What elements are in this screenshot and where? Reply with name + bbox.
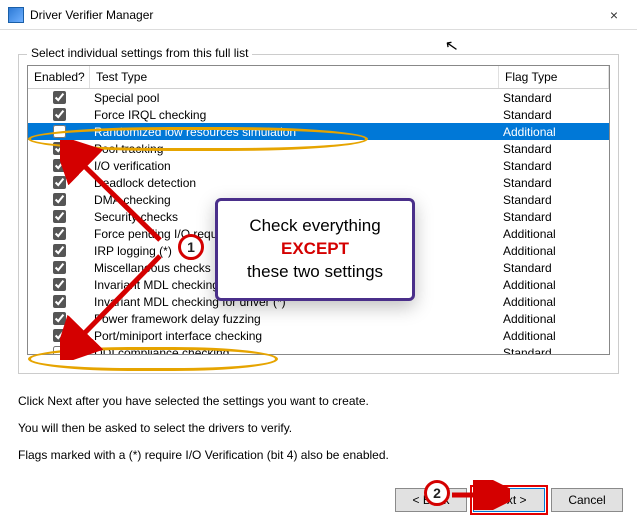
instruction-line: Click Next after you have selected the s… — [18, 390, 619, 413]
enable-checkbox[interactable] — [53, 193, 66, 206]
callout-text-except: EXCEPT — [281, 239, 349, 258]
enable-checkbox[interactable] — [53, 312, 66, 325]
row-checkbox-cell — [28, 91, 90, 104]
row-test-type: Power framework delay fuzzing — [90, 312, 499, 326]
cancel-button[interactable]: Cancel — [551, 488, 623, 512]
row-test-type: Randomized low resources simulation — [90, 125, 499, 139]
row-test-type: Port/miniport interface checking — [90, 329, 499, 343]
row-checkbox-cell — [28, 125, 90, 138]
annotation-callout: Check everything EXCEPT these two settin… — [215, 198, 415, 301]
header-test-type[interactable]: Test Type — [90, 66, 499, 88]
window-title: Driver Verifier Manager — [30, 8, 153, 22]
row-flag-type: Standard — [499, 91, 609, 105]
enable-checkbox[interactable] — [53, 210, 66, 223]
enable-checkbox[interactable] — [53, 295, 66, 308]
table-row[interactable]: Port/miniport interface checkingAddition… — [28, 327, 609, 344]
next-button[interactable]: Next > — [473, 488, 545, 512]
enable-checkbox[interactable] — [53, 244, 66, 257]
table-row[interactable]: Pool trackingStandard — [28, 140, 609, 157]
row-flag-type: Standard — [499, 193, 609, 207]
table-row[interactable]: Deadlock detectionStandard — [28, 174, 609, 191]
instruction-line: You will then be asked to select the dri… — [18, 417, 619, 440]
row-test-type: DDI compliance checking — [90, 346, 499, 356]
enable-checkbox[interactable] — [53, 91, 66, 104]
row-flag-type: Standard — [499, 176, 609, 190]
instructions-block: Click Next after you have selected the s… — [18, 390, 619, 466]
enable-checkbox[interactable] — [53, 108, 66, 121]
row-checkbox-cell — [28, 227, 90, 240]
row-checkbox-cell — [28, 210, 90, 223]
enable-checkbox[interactable] — [53, 142, 66, 155]
table-row[interactable]: Randomized low resources simulationAddit… — [28, 123, 609, 140]
row-checkbox-cell — [28, 176, 90, 189]
callout-text-pre: Check everything — [249, 216, 380, 235]
row-test-type: Force IRQL checking — [90, 108, 499, 122]
enable-checkbox[interactable] — [53, 278, 66, 291]
enable-checkbox[interactable] — [53, 125, 66, 138]
row-flag-type: Additional — [499, 244, 609, 258]
row-checkbox-cell — [28, 159, 90, 172]
row-checkbox-cell — [28, 278, 90, 291]
row-checkbox-cell — [28, 261, 90, 274]
enable-checkbox[interactable] — [53, 176, 66, 189]
table-row[interactable]: DDI compliance checkingStandard — [28, 344, 609, 355]
enable-checkbox[interactable] — [53, 329, 66, 342]
row-flag-type: Additional — [499, 312, 609, 326]
row-checkbox-cell — [28, 312, 90, 325]
table-row[interactable]: Force IRQL checkingStandard — [28, 106, 609, 123]
row-test-type: Deadlock detection — [90, 176, 499, 190]
row-flag-type: Standard — [499, 210, 609, 224]
row-flag-type: Additional — [499, 227, 609, 241]
annotation-marker-2: 2 — [424, 480, 450, 506]
row-flag-type: Additional — [499, 295, 609, 309]
list-header-row: Enabled? Test Type Flag Type — [28, 66, 609, 89]
table-row[interactable]: I/O verificationStandard — [28, 157, 609, 174]
header-flag-type[interactable]: Flag Type — [499, 66, 609, 88]
table-row[interactable]: Special poolStandard — [28, 89, 609, 106]
row-checkbox-cell — [28, 295, 90, 308]
row-checkbox-cell — [28, 193, 90, 206]
table-row[interactable]: Power framework delay fuzzingAdditional — [28, 310, 609, 327]
row-flag-type: Standard — [499, 142, 609, 156]
instruction-line: Flags marked with a (*) require I/O Veri… — [18, 444, 619, 467]
app-icon — [8, 7, 24, 23]
callout-text-post: these two settings — [247, 262, 383, 281]
row-checkbox-cell — [28, 329, 90, 342]
enable-checkbox[interactable] — [53, 261, 66, 274]
row-checkbox-cell — [28, 244, 90, 257]
row-flag-type: Standard — [499, 159, 609, 173]
close-button[interactable]: × — [591, 0, 637, 30]
titlebar: Driver Verifier Manager × — [0, 0, 637, 30]
row-test-type: Pool tracking — [90, 142, 499, 156]
row-flag-type: Standard — [499, 346, 609, 356]
row-checkbox-cell — [28, 346, 90, 355]
row-test-type: Special pool — [90, 91, 499, 105]
row-checkbox-cell — [28, 108, 90, 121]
groupbox-label: Select individual settings from this ful… — [27, 46, 252, 60]
row-flag-type: Additional — [499, 329, 609, 343]
enable-checkbox[interactable] — [53, 227, 66, 240]
header-enabled[interactable]: Enabled? — [28, 66, 90, 88]
annotation-marker-1: 1 — [178, 234, 204, 260]
row-flag-type: Standard — [499, 261, 609, 275]
row-checkbox-cell — [28, 142, 90, 155]
enable-checkbox[interactable] — [53, 346, 66, 355]
row-test-type: I/O verification — [90, 159, 499, 173]
row-flag-type: Standard — [499, 108, 609, 122]
enable-checkbox[interactable] — [53, 159, 66, 172]
row-flag-type: Additional — [499, 125, 609, 139]
row-flag-type: Additional — [499, 278, 609, 292]
